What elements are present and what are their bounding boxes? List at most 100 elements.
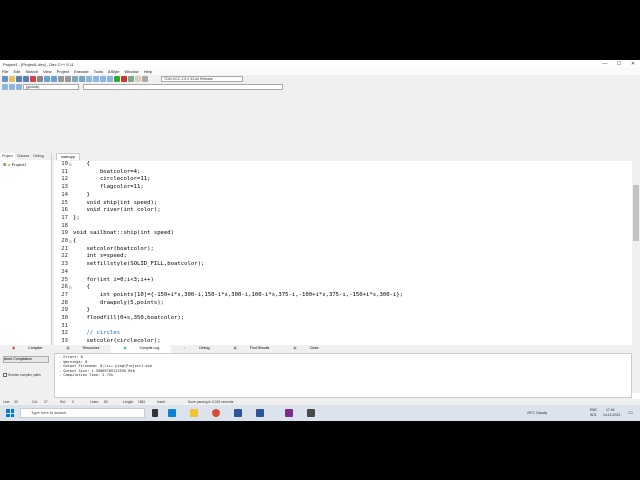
windows-start-icon[interactable] (6, 409, 14, 417)
line-number: 10 (61, 161, 68, 167)
tab-classes[interactable]: Classes (15, 153, 31, 160)
shorten-paths-checkbox[interactable]: Shorten compiler paths (3, 373, 49, 377)
code-line[interactable]: 22 int s=speed; (54, 253, 632, 261)
edge-icon[interactable] (168, 409, 176, 417)
new-file-icon[interactable] (2, 76, 8, 82)
undo-icon[interactable] (44, 76, 50, 82)
code-line[interactable]: 21 setcolor(boatcolor); (54, 246, 632, 254)
tab-close[interactable]: ▣ Close (281, 345, 330, 353)
close-file-icon[interactable] (30, 76, 36, 82)
menu-view[interactable]: View (43, 69, 52, 74)
word-icon[interactable] (256, 409, 264, 417)
scrollbar-thumb[interactable] (633, 185, 639, 241)
open-file-icon[interactable] (9, 76, 15, 82)
menu-window[interactable]: Window (124, 69, 138, 74)
unindent-icon[interactable] (79, 76, 85, 82)
goto-icon[interactable] (16, 84, 22, 90)
code-text: // circles (73, 330, 121, 337)
clock-time[interactable]: 17:44 (606, 408, 615, 412)
tab-debug[interactable]: Debug (31, 153, 45, 160)
code-line[interactable]: 18 (54, 223, 632, 231)
gear-icon[interactable] (142, 76, 148, 82)
code-line[interactable]: 24 (54, 269, 632, 277)
redo-icon[interactable] (51, 76, 57, 82)
code-line[interactable]: 11 boatcolor=4; (54, 169, 632, 177)
close-button[interactable]: ✕ (626, 61, 640, 67)
resources-icon: ▣ (66, 346, 70, 350)
code-line[interactable]: 30 floodfill(0+s,350,boatcolor); (54, 315, 632, 323)
code-line[interactable]: 12 circlecolor=11; (54, 176, 632, 184)
code-line[interactable]: 26 ⊟ { (54, 284, 632, 292)
clock-date[interactable]: 14-12-2021 (603, 413, 620, 417)
tab-find-results[interactable]: ▣ Find Results (222, 345, 282, 353)
notification-icon[interactable]: ▭ (628, 410, 633, 416)
rebuild-icon[interactable] (107, 76, 113, 82)
tab-debug-bottom[interactable]: ✓ Debug (171, 345, 221, 353)
language-indicator[interactable]: ENG (590, 408, 597, 412)
tab-main-cpp[interactable]: main.cpp (56, 153, 81, 160)
run-icon[interactable] (93, 76, 99, 82)
expand-icon[interactable]: ⊞ (3, 162, 6, 167)
profile-icon[interactable] (128, 76, 134, 82)
code-line[interactable]: 31 (54, 323, 632, 331)
maximize-button[interactable]: ☐ (612, 61, 626, 67)
code-line[interactable]: 13 flagcolor=11; (54, 184, 632, 192)
chart-icon[interactable] (135, 76, 141, 82)
replace-icon[interactable] (65, 76, 71, 82)
bookmark-icon[interactable] (9, 84, 15, 90)
insert-icon[interactable] (2, 84, 8, 90)
menu-file[interactable]: File (2, 69, 8, 74)
weather-text[interactable]: 29°C Cloudy (527, 411, 547, 415)
save-icon[interactable] (16, 76, 22, 82)
code-line[interactable]: 25 for(int i=0;i<3;i++) (54, 277, 632, 285)
code-line[interactable]: 20 ⊟{ (54, 238, 632, 246)
code-line[interactable]: 19 void sailboat::ship(int speed) (54, 230, 632, 238)
indent-icon[interactable] (72, 76, 78, 82)
code-line[interactable]: 14 } (54, 192, 632, 200)
stop-icon[interactable] (121, 76, 127, 82)
taskbar-search[interactable]: Type here to search (20, 408, 145, 418)
store-icon[interactable] (234, 409, 242, 417)
line-number: 23 (61, 261, 68, 268)
tab-project[interactable]: Project (0, 153, 15, 160)
tree-item-project1[interactable]: Project1 (12, 162, 27, 167)
menu-help[interactable]: Help (144, 69, 152, 74)
code-line[interactable]: 32 // circles (54, 330, 632, 338)
checkbox-icon[interactable] (3, 373, 7, 377)
find-icon[interactable] (58, 76, 64, 82)
tab-compiler[interactable]: ▣ Compiler (0, 345, 54, 353)
app-icon[interactable] (285, 409, 293, 417)
code-line[interactable]: 27 int points[10]={-150+i*s,300-i,150-i*… (54, 292, 632, 300)
compile-run-icon[interactable] (100, 76, 106, 82)
code-line[interactable]: 16 void river(int color); (54, 207, 632, 215)
abort-compilation-button[interactable]: Abort Compilation (3, 356, 49, 363)
code-line[interactable]: 17}; (54, 215, 632, 223)
menu-execute[interactable]: Execute (74, 69, 88, 74)
minimize-button[interactable]: — (598, 61, 612, 67)
save-all-icon[interactable] (23, 76, 29, 82)
devcpp-icon[interactable] (307, 409, 315, 417)
menu-search[interactable]: Search (25, 69, 38, 74)
check-icon[interactable] (114, 76, 120, 82)
menu-tools[interactable]: Tools (94, 69, 103, 74)
code-line[interactable]: 28 drawpoly(5,points); (54, 300, 632, 308)
print-icon[interactable] (37, 76, 43, 82)
members-combo[interactable] (83, 84, 283, 90)
compiler-select[interactable]: TDM-GCC 4.9.2 32-bit Release (161, 76, 243, 82)
code-line[interactable]: 15 void ship(int speed); (54, 200, 632, 208)
tab-resources[interactable]: ▣ Resources (54, 345, 111, 353)
menu-astyle[interactable]: AStyle (108, 69, 120, 74)
tab-compile-log-label: Compile Log (139, 346, 160, 350)
task-view-icon[interactable] (152, 409, 158, 417)
tab-compile-log[interactable]: ▣ Compile Log (111, 345, 172, 353)
menu-edit[interactable]: Edit (13, 69, 20, 74)
menu-project[interactable]: Project (57, 69, 69, 74)
compile-icon[interactable] (86, 76, 92, 82)
code-line[interactable]: 29 } (54, 307, 632, 315)
globals-combo[interactable]: (globals) (23, 84, 79, 90)
chrome-icon[interactable] (212, 409, 220, 417)
explorer-icon[interactable] (190, 409, 198, 417)
code-line[interactable]: 23 setfillstyle(SOLID_FILL,boatcolor); (54, 261, 632, 269)
region-indicator[interactable]: INTL (590, 413, 597, 417)
code-line[interactable]: 10 ⊟ { (54, 161, 632, 169)
